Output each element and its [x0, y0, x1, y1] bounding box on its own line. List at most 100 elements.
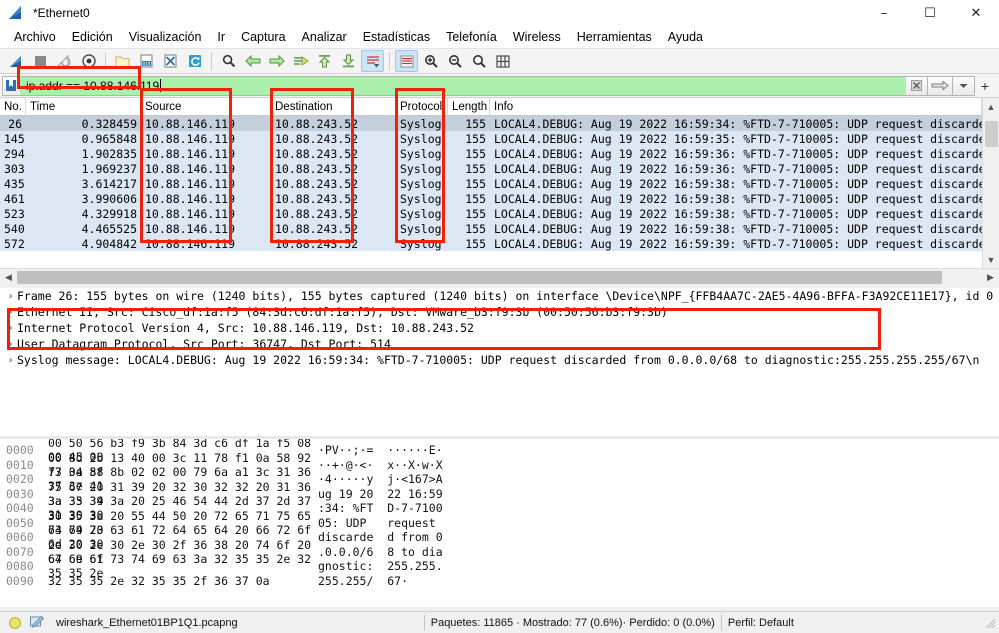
zoom-out-icon[interactable] — [443, 50, 466, 72]
packet-destination: 10.88.243.52 — [275, 191, 359, 206]
packet-source: 10.88.146.119 — [145, 236, 236, 251]
capture-comment-icon[interactable] — [29, 616, 44, 630]
zoom-in-icon[interactable] — [419, 50, 442, 72]
auto-scroll-icon[interactable] — [361, 50, 384, 72]
toolbar-separator — [105, 52, 106, 70]
byte-ascii: discarde d from 0 — [318, 530, 443, 545]
menu-item-ir[interactable]: Ir — [209, 28, 233, 46]
packet-list-row[interactable]: 145 0.965848 10.88.146.119 10.88.243.52 Sysl… — [0, 131, 982, 146]
packet-list-row[interactable]: 540 4.465525 10.88.146.119 10.88.243.52 Sysl… — [0, 221, 982, 236]
packet-info: LOCAL4.DEBUG: Aug 19 2022 16:59:34: %FTD… — [494, 116, 982, 131]
go-forward-icon[interactable] — [265, 50, 288, 72]
filter-bookmark-icon[interactable] — [2, 75, 20, 96]
packet-list-row[interactable]: 572 4.904842 10.88.146.119 10.88.243.52 Sysl… — [0, 236, 982, 251]
find-packet-icon[interactable] — [217, 50, 240, 72]
byte-ascii: gnostic: 255.255. — [318, 559, 443, 574]
clear-filter-icon[interactable] — [905, 75, 928, 96]
menu-item-herramientas[interactable]: Herramientas — [569, 28, 660, 46]
menu-item-archivo[interactable]: Archivo — [6, 28, 64, 46]
packet-time: 1.969237 — [81, 161, 137, 176]
packet-detail-row[interactable]: › Frame 26: 155 bytes on wire (1240 bits)… — [0, 288, 999, 304]
chevron-right-icon[interactable]: › — [4, 307, 17, 318]
go-to-first-packet-icon[interactable] — [313, 50, 336, 72]
menu-item-telefonia[interactable]: Telefonía — [438, 28, 505, 46]
packet-list-horizontal-scrollbar[interactable]: ◀ ▶ — [0, 268, 999, 285]
packet-list-row[interactable]: 26 0.328459 10.88.146.119 10.88.243.52 Syslo… — [0, 116, 982, 131]
column-header-source[interactable]: Source — [141, 98, 271, 115]
packet-detail-row[interactable]: › User Datagram Protocol, Src Port: 36747… — [0, 336, 999, 352]
column-header-length[interactable]: Length — [448, 98, 490, 115]
display-filter-input[interactable]: ip.addr == 10.88.146.119 — [20, 75, 906, 96]
packet-list-row[interactable]: 294 1.902835 10.88.146.119 10.88.243.52 Sysl… — [0, 146, 982, 161]
capture-options-icon[interactable] — [77, 50, 100, 72]
apply-filter-icon[interactable] — [927, 75, 953, 96]
menu-item-estadisticas[interactable]: Estadísticas — [355, 28, 438, 46]
go-back-icon[interactable] — [241, 50, 264, 72]
colorize-packets-icon[interactable] — [395, 50, 418, 72]
column-header-time[interactable]: Time — [26, 98, 141, 115]
scroll-up-icon[interactable]: ▲ — [983, 98, 999, 115]
capture-file-name: wireshark_Ethernet01BP1Q1.pcapng — [56, 616, 238, 629]
profile-label[interactable]: Perfil: Default — [728, 613, 794, 633]
menu-item-wireless[interactable]: Wireless — [505, 28, 569, 46]
expert-info-icon[interactable] — [9, 616, 21, 629]
add-filter-button[interactable]: + — [975, 78, 995, 94]
chevron-right-icon[interactable]: › — [4, 355, 17, 366]
byte-ascii: ·PV··;·= ······E· — [318, 443, 443, 458]
close-file-icon[interactable] — [159, 50, 182, 72]
menu-item-analizar[interactable]: Analizar — [294, 28, 355, 46]
packet-no: 145 — [4, 131, 25, 146]
stop-capture-icon[interactable] — [29, 50, 52, 72]
resize-grip-icon[interactable] — [984, 617, 996, 629]
resize-columns-icon[interactable] — [491, 50, 514, 72]
restart-capture-icon[interactable] — [53, 50, 76, 72]
go-to-packet-icon[interactable] — [289, 50, 312, 72]
column-header-no[interactable]: No. — [0, 98, 26, 115]
packet-list-vertical-scrollbar[interactable]: ▲ ▼ — [982, 98, 999, 268]
packet-no: 540 — [4, 221, 25, 236]
chevron-right-icon[interactable]: › — [4, 339, 17, 350]
chevron-right-icon[interactable]: › — [4, 291, 17, 302]
scroll-thumb[interactable] — [984, 121, 998, 147]
packet-list-row[interactable]: 303 1.969237 10.88.146.119 10.88.243.52 Sysl… — [0, 161, 982, 176]
byte-view-row[interactable]: 0090 32 35 35 2e 32 35 35 2f 36 37 0a 255.… — [0, 574, 999, 589]
packet-protocol: Syslog — [400, 116, 442, 131]
scroll-track[interactable] — [982, 115, 999, 251]
chevron-right-icon[interactable]: › — [4, 323, 17, 334]
wireshark-fin-logo-icon — [8, 6, 25, 20]
menu-item-edicion[interactable]: Edición — [64, 28, 121, 46]
hscroll-track[interactable] — [17, 269, 982, 286]
reload-file-icon[interactable] — [183, 50, 206, 72]
save-file-icon[interactable]: 010 — [135, 50, 158, 72]
packet-no: 461 — [4, 191, 25, 206]
menu-item-ayuda[interactable]: Ayuda — [660, 28, 711, 46]
column-header-protocol[interactable]: Protocol — [396, 98, 448, 115]
open-file-icon[interactable] — [111, 50, 134, 72]
menu-item-visualizacion[interactable]: Visualización — [121, 28, 210, 46]
packet-list-row[interactable]: 523 4.329918 10.88.146.119 10.88.243.52 Sysl… — [0, 206, 982, 221]
zoom-reset-icon[interactable] — [467, 50, 490, 72]
minimize-button[interactable]: – — [861, 0, 907, 26]
packet-list-row[interactable]: 435 3.614217 10.88.146.119 10.88.243.52 Sysl… — [0, 176, 982, 191]
byte-view-row[interactable]: 0080 67 6e 6f 73 74 69 63 3a 32 35 35 2e … — [0, 552, 999, 580]
packet-detail-row[interactable]: › Internet Protocol Version 4, Src: 10.88… — [0, 320, 999, 336]
start-capture-icon[interactable] — [5, 50, 28, 72]
packet-bytes-pane: 0000 00 50 56 b3 f9 3b 84 3d c6 df 1a f5 … — [0, 439, 999, 607]
column-header-destination[interactable]: Destination — [271, 98, 396, 115]
packet-list-header: No. Time Source Destination Protocol Len… — [0, 98, 982, 116]
svg-text:010: 010 — [143, 61, 151, 66]
packet-list-row[interactable]: 461 3.990606 10.88.146.119 10.88.243.52 Sysl… — [0, 191, 982, 206]
filter-history-chevron-down-icon[interactable] — [952, 75, 975, 96]
packet-detail-row[interactable]: › Ethernet II, Src: Cisco_df:1a:f5 (84:3d… — [0, 304, 999, 320]
scroll-right-icon[interactable]: ▶ — [982, 269, 999, 286]
scroll-down-icon[interactable]: ▼ — [983, 251, 999, 268]
menu-item-captura[interactable]: Captura — [233, 28, 293, 46]
hscroll-thumb[interactable] — [17, 270, 942, 284]
maximize-button[interactable]: ☐ — [907, 0, 953, 26]
scroll-left-icon[interactable]: ◀ — [0, 269, 17, 286]
packet-detail-row[interactable]: › Syslog message: LOCAL4.DEBUG: Aug 19 20… — [0, 352, 999, 368]
packet-length: 155 — [465, 206, 486, 221]
column-header-info[interactable]: Info — [490, 98, 982, 115]
close-button[interactable]: ✕ — [953, 0, 999, 26]
go-to-last-packet-icon[interactable] — [337, 50, 360, 72]
